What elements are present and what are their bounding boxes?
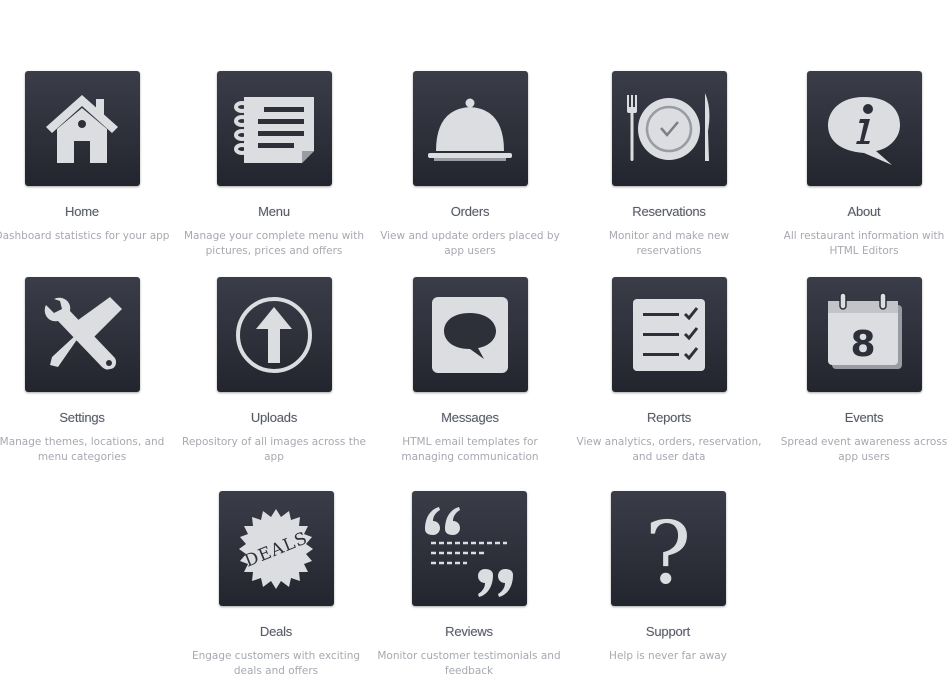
tile-description: Dashboard statistics for your app: [0, 230, 170, 242]
tile-title[interactable]: Deals: [181, 624, 371, 639]
tile-description: View and update orders placed by app use…: [380, 230, 560, 257]
tile-description: Monitor customer testimonials and feedba…: [377, 650, 561, 677]
quote-icon: [425, 506, 513, 597]
tile-description: Repository of all images across the app: [182, 436, 366, 463]
tile-title[interactable]: Events: [769, 410, 950, 425]
tile-reviews[interactable]: Reviews Monitor customer testimonials an…: [374, 491, 564, 679]
settings-button[interactable]: [24, 277, 140, 392]
tile-title[interactable]: Settings: [0, 410, 177, 425]
events-button[interactable]: 8: [806, 277, 922, 392]
about-button[interactable]: [806, 71, 922, 186]
cloche-icon: [428, 98, 512, 161]
reviews-button[interactable]: [411, 491, 527, 606]
tile-description: Manage themes, locations, and menu categ…: [0, 436, 165, 463]
support-glyph: ?: [645, 504, 691, 599]
tile-description: Help is never far away: [609, 650, 727, 662]
tile-menu[interactable]: Menu Manage your complete menu with pict…: [179, 71, 369, 259]
orders-button[interactable]: [412, 71, 528, 186]
home-button[interactable]: [24, 71, 140, 186]
tile-title[interactable]: Uploads: [179, 410, 369, 425]
tile-description: All restaurant information with HTML Edi…: [783, 230, 945, 257]
tile-title[interactable]: About: [769, 204, 950, 219]
plate-cutlery-icon: [627, 92, 710, 161]
calendar-day-number: 8: [850, 324, 875, 365]
uploads-button[interactable]: [216, 277, 332, 392]
tile-description: Manage your complete menu with pictures,…: [184, 230, 364, 257]
tile-title[interactable]: Reservations: [574, 204, 764, 219]
tile-title[interactable]: Orders: [375, 204, 565, 219]
tile-reports[interactable]: Reports View analytics, orders, reservat…: [574, 277, 764, 465]
tile-description: HTML email templates for managing commun…: [401, 436, 539, 463]
tile-title[interactable]: Reviews: [374, 624, 564, 639]
tile-description: Spread event awareness across app users: [780, 436, 948, 463]
tile-settings[interactable]: Settings Manage themes, locations, and m…: [0, 277, 177, 465]
tile-about[interactable]: About All restaurant information with HT…: [769, 71, 950, 259]
tile-uploads[interactable]: Uploads Repository of all images across …: [179, 277, 369, 465]
info-bubble-icon: [828, 96, 900, 165]
tile-events[interactable]: 8 Events Spread event awareness across a…: [769, 277, 950, 465]
tile-deals[interactable]: DEALS Deals Engage customers with exciti…: [181, 491, 371, 679]
tile-title[interactable]: Menu: [179, 204, 369, 219]
menu-card-icon: [234, 96, 314, 163]
tile-title[interactable]: Messages: [375, 410, 565, 425]
tile-messages[interactable]: Messages HTML email templates for managi…: [375, 277, 565, 465]
deals-button[interactable]: DEALS: [218, 491, 334, 606]
tile-description: View analytics, orders, reservation, and…: [576, 436, 762, 463]
tile-support[interactable]: ? Support Help is never far away: [573, 491, 763, 664]
tile-title[interactable]: Home: [0, 204, 177, 219]
question-mark-icon: ?: [645, 504, 691, 599]
messages-button[interactable]: [412, 277, 528, 392]
calendar-icon: 8: [828, 291, 902, 369]
wrench-screwdriver-icon: [44, 296, 122, 370]
house-icon: [46, 94, 118, 163]
tile-reservations[interactable]: Reservations Monitor and make new reserv…: [574, 71, 764, 259]
chat-bubble-icon: [432, 296, 508, 373]
tile-title[interactable]: Support: [573, 624, 763, 639]
tile-description: Monitor and make new reservations: [608, 230, 730, 257]
tile-title[interactable]: Reports: [574, 410, 764, 425]
checklist-icon: [633, 298, 705, 371]
upload-arrow-icon: [236, 296, 312, 373]
reports-button[interactable]: [611, 277, 727, 392]
tile-home[interactable]: Home Dashboard statistics for your app: [0, 71, 177, 244]
reservations-button[interactable]: [611, 71, 727, 186]
tile-description: Engage customers with exciting deals and…: [191, 650, 361, 677]
tile-orders[interactable]: Orders View and update orders placed by …: [375, 71, 565, 259]
menu-button[interactable]: [216, 71, 332, 186]
support-button[interactable]: ?: [610, 491, 726, 606]
deals-badge-icon: DEALS: [239, 508, 313, 589]
